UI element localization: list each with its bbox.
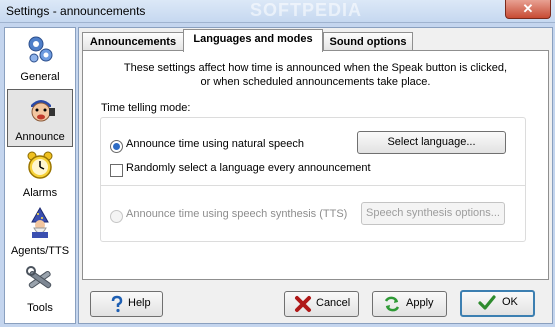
sidebar: General Announce Alarms Agents/TTS Tools (4, 27, 76, 324)
random-language-checkbox[interactable] (110, 164, 123, 177)
wizard-agent-icon (31, 207, 49, 238)
description-line: or when scheduled announcements take pla… (200, 76, 431, 88)
tab-sound-options[interactable]: Sound options (323, 32, 413, 51)
group-divider (101, 185, 525, 186)
time-telling-mode-group: Announce time using natural speech Selec… (100, 117, 526, 242)
sidebar-item-tools[interactable]: Tools (7, 261, 73, 317)
speech-synthesis-radio[interactable] (110, 210, 123, 223)
help-button[interactable]: Help (90, 291, 163, 317)
cancel-label: Cancel (316, 297, 351, 309)
random-language-label: Randomly select a language every announc… (126, 162, 371, 174)
languages-and-modes-panel: These settings affect how time is announ… (82, 50, 549, 280)
time-telling-mode-label: Time telling mode: (101, 102, 191, 114)
settings-content: Announcements Languages and modes Sound … (78, 27, 553, 324)
speech-synthesis-options-button[interactable]: Speech synthesis options... (361, 202, 505, 225)
tab-label: Languages and modes (193, 33, 313, 45)
cancel-button[interactable]: Cancel (284, 291, 359, 317)
sidebar-item-label: Alarms (22, 187, 58, 199)
select-language-button[interactable]: Select language... (357, 131, 506, 154)
apply-button[interactable]: Apply (372, 291, 447, 317)
close-icon: ✕ (522, 1, 534, 16)
close-button[interactable]: ✕ (505, 0, 551, 19)
window-title: Settings - announcements (6, 4, 146, 18)
tab-announcements[interactable]: Announcements (82, 32, 184, 51)
sidebar-item-label: Agents/TTS (10, 245, 70, 257)
ok-label: OK (502, 296, 518, 308)
ok-button[interactable]: OK (460, 290, 535, 317)
cancel-x-icon (295, 296, 311, 312)
gears-icon (28, 36, 53, 63)
natural-speech-radio[interactable] (110, 140, 123, 153)
title-bar: Settings - announcements SOFTPEDIA ✕ (0, 0, 555, 23)
sidebar-item-agents-tts[interactable]: Agents/TTS (7, 204, 73, 260)
sidebar-item-announce[interactable]: Announce (7, 89, 73, 147)
checkmark-icon (478, 295, 496, 310)
alarm-clock-icon (27, 151, 53, 179)
help-label: Help (128, 297, 151, 309)
sidebar-item-label: Announce (15, 131, 65, 143)
tab-label: Announcements (89, 36, 177, 48)
sidebar-item-label: Tools (27, 302, 53, 314)
speech-synthesis-label: Announce time using speech synthesis (TT… (126, 208, 348, 220)
apply-refresh-icon (384, 296, 400, 312)
natural-speech-label: Announce time using natural speech (126, 138, 304, 150)
description-line: These settings affect how time is announ… (123, 62, 508, 74)
apply-label: Apply (406, 297, 434, 309)
tab-languages-and-modes[interactable]: Languages and modes (183, 29, 323, 52)
sidebar-item-general[interactable]: General (7, 30, 73, 86)
sidebar-item-label: General (20, 71, 60, 83)
help-icon (111, 295, 123, 313)
tab-label: Sound options (329, 36, 407, 48)
sidebar-item-alarms[interactable]: Alarms (7, 146, 73, 202)
watermark: SOFTPEDIA (250, 0, 363, 20)
announcer-man-icon (31, 100, 55, 122)
tools-icon (26, 266, 52, 289)
